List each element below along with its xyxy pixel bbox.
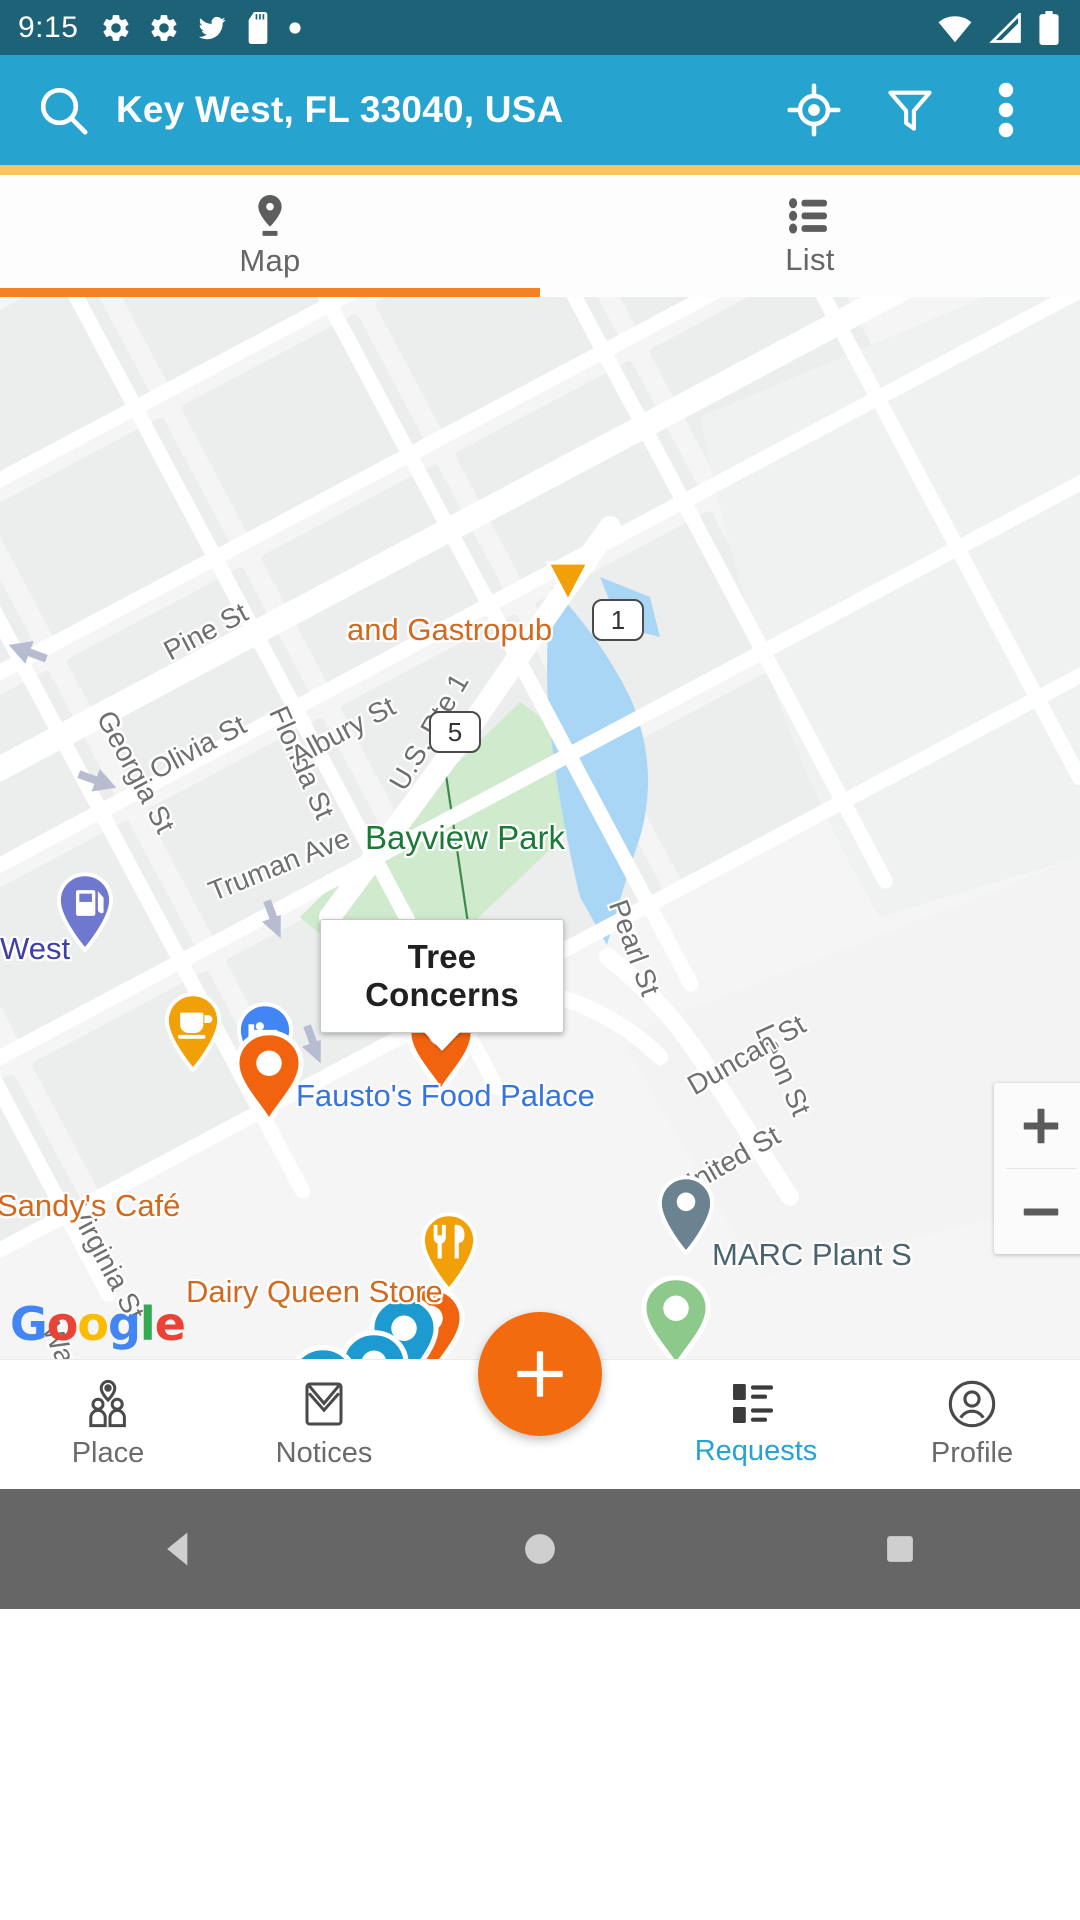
request-pin-icon <box>641 1275 711 1359</box>
home-circle-icon <box>525 1534 555 1564</box>
sd-card-icon <box>249 11 268 44</box>
request-pin-icon <box>294 1345 352 1359</box>
place-people-icon <box>89 1379 126 1428</box>
nav-label-place: Place <box>71 1437 145 1469</box>
filter-button[interactable] <box>862 55 958 165</box>
list-icon <box>789 198 827 234</box>
status-bar: 9:15 <box>0 0 1080 55</box>
route-shield: 5 <box>429 711 481 753</box>
android-recents-button[interactable] <box>830 1531 970 1567</box>
filter-funnel-icon <box>888 90 932 131</box>
back-triangle-icon <box>167 1532 188 1566</box>
tab-list[interactable]: List <box>540 175 1080 297</box>
gear-icon <box>151 14 177 41</box>
poi-pin-icon <box>56 872 114 953</box>
zoom-out-button[interactable] <box>994 1169 1080 1254</box>
recents-square-icon <box>887 1536 913 1562</box>
google-attribution-logo: Google <box>10 1297 186 1351</box>
envelope-icon <box>305 1382 343 1426</box>
bird-icon <box>199 16 226 39</box>
request-pin-icon <box>234 1030 304 1123</box>
tab-active-indicator <box>0 288 540 297</box>
app-bar: Key West, FL 33040, USA <box>0 55 1080 165</box>
battery-icon <box>1039 10 1059 45</box>
nav-label-requests: Requests <box>694 1435 818 1467</box>
nav-item-profile[interactable]: Profile <box>864 1360 1080 1489</box>
gastropub-poi-marker[interactable] <box>542 559 594 610</box>
area-label: Bayview Park <box>365 819 565 856</box>
search-button[interactable] <box>26 82 100 138</box>
status-left-icons <box>100 11 302 44</box>
poi-pin-icon <box>420 1212 478 1293</box>
status-time: 9:15 <box>18 10 79 44</box>
nav-label-profile: Profile <box>930 1437 1014 1469</box>
nav-item-requests[interactable]: Requests <box>648 1360 864 1489</box>
requests-list-icon <box>733 1384 773 1423</box>
plus-icon <box>517 1351 563 1397</box>
tab-map-label: Map <box>239 243 301 278</box>
android-navigation-bar <box>0 1489 1080 1609</box>
zoom-in-button[interactable] <box>994 1083 1080 1168</box>
poi-pin-icon <box>164 992 222 1073</box>
plus-icon <box>1023 1108 1059 1143</box>
request-marker[interactable] <box>287 1345 359 1359</box>
nav-item-place[interactable]: Place <box>0 1360 216 1489</box>
status-right-icons <box>936 0 1060 55</box>
poi-pin-icon <box>657 1175 715 1256</box>
cafe-poi-marker[interactable] <box>162 992 224 1077</box>
cellular-signal-icon <box>989 12 1021 43</box>
wifi-icon <box>938 15 972 42</box>
map-pin-icon <box>258 195 282 236</box>
gas-station-poi-marker[interactable] <box>54 872 116 957</box>
minus-icon <box>1023 1208 1059 1215</box>
gear-icon <box>103 14 129 41</box>
person-circle-icon <box>948 1380 996 1428</box>
app-bar-actions <box>766 55 1054 165</box>
android-home-button[interactable] <box>470 1530 610 1568</box>
request-marker[interactable] <box>640 1275 712 1359</box>
poi-triangle-icon <box>545 561 591 605</box>
nav-label-notices: Notices <box>275 1437 373 1469</box>
my-location-icon <box>787 83 841 137</box>
zoom-controls[interactable] <box>994 1083 1080 1254</box>
dot-icon <box>289 21 301 34</box>
map-canvas[interactable]: .rd { stroke:#ffffff; fill:none; stroke-… <box>0 297 1080 1359</box>
info-window-title: Tree Concerns <box>365 938 519 1013</box>
app-bar-accent-underline <box>0 165 1080 175</box>
my-location-button[interactable] <box>766 55 862 165</box>
bottom-navigation: Place Notices Requests Profile <box>0 1312 1080 1489</box>
tab-list-label: List <box>785 242 835 277</box>
info-window[interactable]: Tree Concerns <box>320 919 564 1051</box>
page-title: Key West, FL 33040, USA <box>116 90 564 130</box>
route-shield: 1 <box>592 599 644 641</box>
overflow-menu-button[interactable] <box>958 55 1054 165</box>
more-vertical-icon <box>998 82 1014 138</box>
request-marker[interactable] <box>233 1030 305 1127</box>
tab-map[interactable]: Map <box>0 175 540 297</box>
nav-item-notices[interactable]: Notices <box>216 1360 432 1489</box>
info-window-tail <box>423 1031 461 1051</box>
android-back-button[interactable] <box>110 1527 250 1571</box>
place-poi-marker[interactable] <box>655 1175 717 1260</box>
search-icon <box>40 87 88 135</box>
view-tabs: Map List <box>0 175 1080 297</box>
add-request-fab[interactable] <box>478 1312 602 1436</box>
